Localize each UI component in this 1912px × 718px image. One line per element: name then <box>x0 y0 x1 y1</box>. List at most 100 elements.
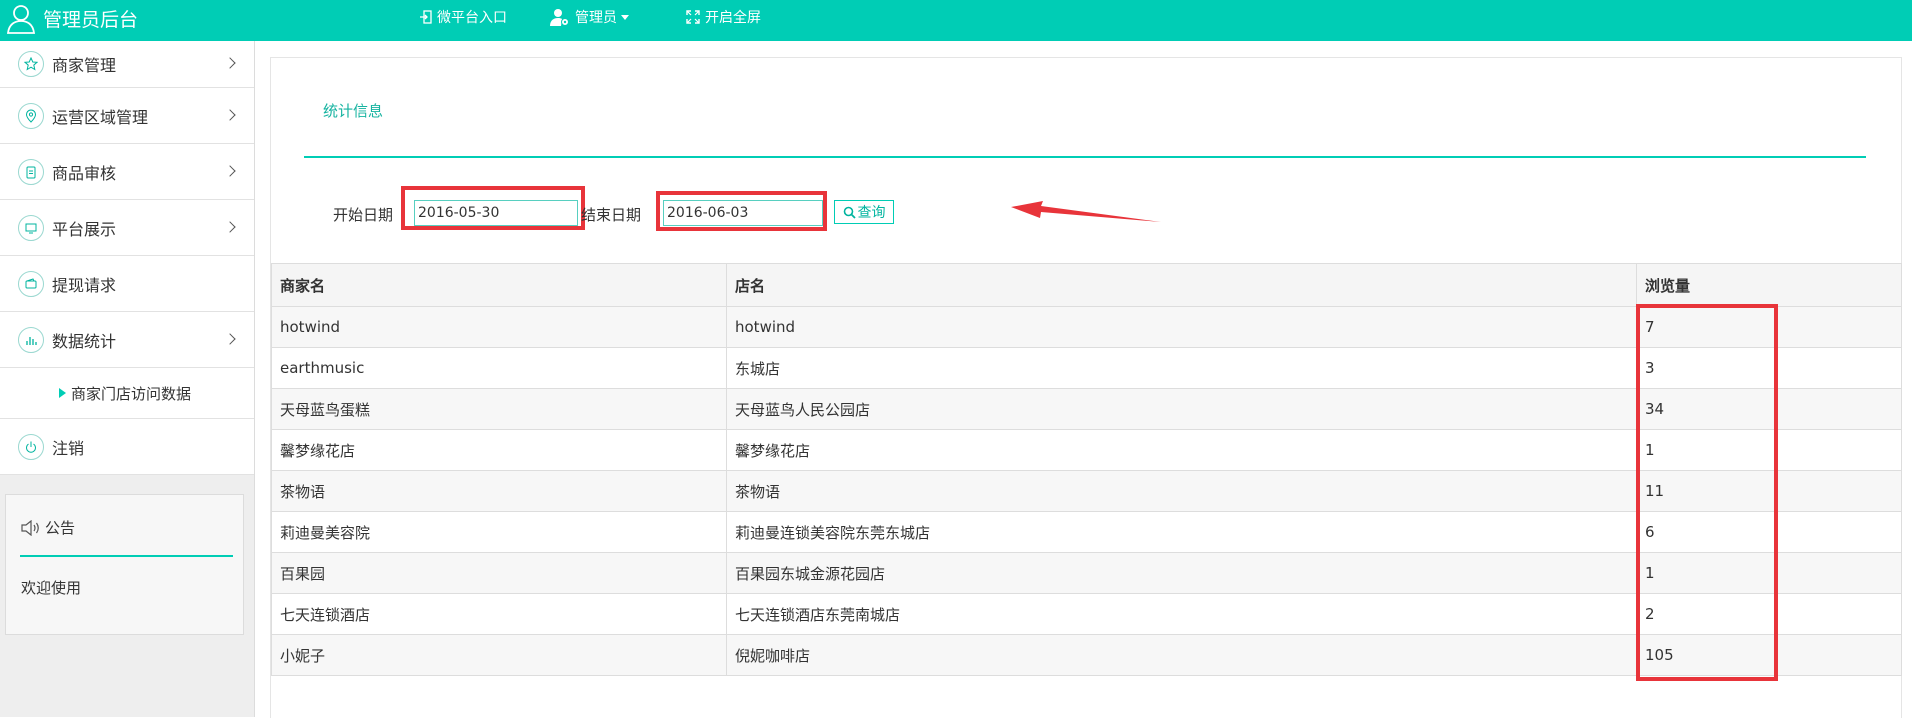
notice-body: 欢迎使用 <box>21 579 82 597</box>
main-panel: 统计信息 开始日期 结束日期 查询 商家名 店名 浏览量 <box>270 57 1902 718</box>
merchant-name-cell: 莉迪曼美容院 <box>271 511 727 553</box>
sidebar: 商家管理 运营区域管理 商品审核 平台展示 提现请求 数据统计 商家门店访问数据… <box>0 41 255 717</box>
notice-header: 公告 <box>21 517 75 538</box>
wallet-icon <box>18 270 44 297</box>
end-date-label: 结束日期 <box>581 206 642 224</box>
clipboard-icon <box>18 158 44 185</box>
expand-icon <box>686 10 700 24</box>
sidebar-item-label: 注销 <box>52 438 85 458</box>
table-row: 七天连锁酒店 七天连锁酒店东莞南城店 2 <box>271 593 1902 635</box>
col-view-count[interactable]: 浏览量 <box>1636 263 1902 307</box>
view-count-cell: 1 <box>1636 429 1902 471</box>
merchant-name-cell: 小妮子 <box>271 634 727 676</box>
merchant-name-cell: 天母蓝鸟蛋糕 <box>271 388 727 430</box>
table-header-row: 商家名 店名 浏览量 <box>271 263 1902 307</box>
view-count-cell: 105 <box>1636 634 1902 676</box>
chevron-right-icon <box>224 332 236 345</box>
annotation-arrow <box>1011 201 1161 222</box>
store-name-cell: hotwind <box>726 306 1637 348</box>
store-name-cell: 东城店 <box>726 347 1637 389</box>
col-merchant-name[interactable]: 商家名 <box>271 263 727 307</box>
sidebar-item-label: 商家管理 <box>52 56 117 75</box>
view-count-cell: 1 <box>1636 552 1902 594</box>
store-name-cell: 莉迪曼连锁美容院东莞东城店 <box>726 511 1637 553</box>
query-button[interactable]: 查询 <box>834 200 894 224</box>
merchant-name-cell: 七天连锁酒店 <box>271 593 727 635</box>
table-row: 小妮子 倪妮咖啡店 105 <box>271 634 1902 676</box>
chevron-right-icon <box>224 164 236 177</box>
enter-icon <box>420 10 432 24</box>
merchant-name-cell: 茶物语 <box>271 470 727 512</box>
weixin-platform-link[interactable]: 微平台入口 <box>420 6 507 28</box>
brand: 管理员后台 <box>5 0 138 36</box>
sidebar-item-label: 平台展示 <box>52 219 117 239</box>
start-date-label: 开始日期 <box>333 206 394 224</box>
merchant-name-cell: hotwind <box>271 306 727 348</box>
sidebar-item-region[interactable]: 运营区域管理 <box>0 88 254 144</box>
table-row: earthmusic 东城店 3 <box>271 347 1902 389</box>
table-row: 馨梦缘花店 馨梦缘花店 1 <box>271 429 1902 471</box>
view-count-cell: 7 <box>1636 306 1902 348</box>
table-row: hotwind hotwind 7 <box>271 306 1902 348</box>
display-icon <box>18 214 44 241</box>
merchant-name-cell: earthmusic <box>271 347 727 389</box>
sidebar-item-product-review[interactable]: 商品审核 <box>0 144 254 200</box>
admin-label: 管理员 <box>575 10 617 26</box>
location-icon <box>18 102 44 129</box>
power-icon <box>18 433 44 460</box>
sidebar-item-platform-display[interactable]: 平台展示 <box>0 200 254 256</box>
speaker-icon <box>21 519 39 536</box>
view-count-cell: 34 <box>1636 388 1902 430</box>
sidebar-subitem-label: 商家门店访问数据 <box>71 384 192 403</box>
admin-menu[interactable]: 管理员 <box>550 6 629 28</box>
chevron-right-icon <box>224 220 236 233</box>
view-count-cell: 11 <box>1636 470 1902 512</box>
sidebar-item-label: 数据统计 <box>52 331 117 351</box>
notice-divider <box>20 555 233 557</box>
chevron-right-icon <box>224 108 236 121</box>
end-date-input[interactable] <box>663 200 823 226</box>
view-count-cell: 2 <box>1636 593 1902 635</box>
store-name-cell: 百果园东城金源花园店 <box>726 552 1637 594</box>
sidebar-menu: 商家管理 运营区域管理 商品审核 平台展示 提现请求 数据统计 商家门店访问数据… <box>0 41 254 475</box>
merchant-name-cell: 馨梦缘花店 <box>271 429 727 471</box>
app-title: 管理员后台 <box>43 8 139 31</box>
view-count-cell: 3 <box>1636 347 1902 389</box>
sidebar-item-logout[interactable]: 注销 <box>0 419 254 475</box>
notice-panel: 公告 欢迎使用 <box>5 494 244 635</box>
weixin-platform-label: 微平台入口 <box>437 10 507 26</box>
fullscreen-label: 开启全屏 <box>705 10 761 26</box>
fullscreen-button[interactable]: 开启全屏 <box>686 6 761 28</box>
store-name-cell: 茶物语 <box>726 470 1637 512</box>
table-row: 天母蓝鸟蛋糕 天母蓝鸟人民公园店 34 <box>271 388 1902 430</box>
store-name-cell: 倪妮咖啡店 <box>726 634 1637 676</box>
store-visits-table: 商家名 店名 浏览量 hotwind hotwind 7 earthmusic … <box>271 263 1902 676</box>
table-row: 百果园 百果园东城金源花园店 1 <box>271 552 1902 594</box>
bar-chart-icon <box>18 326 44 353</box>
col-store-name[interactable]: 店名 <box>726 263 1637 307</box>
title-divider <box>304 156 1866 158</box>
view-count-cell: 6 <box>1636 511 1902 553</box>
sidebar-item-withdraw[interactable]: 提现请求 <box>0 256 254 312</box>
sidebar-item-merchant[interactable]: 商家管理 <box>0 41 254 88</box>
sidebar-subitem-store-visits[interactable]: 商家门店访问数据 <box>0 368 254 419</box>
sidebar-item-statistics[interactable]: 数据统计 <box>0 312 254 368</box>
query-button-label: 查询 <box>857 205 886 221</box>
table-row: 茶物语 茶物语 11 <box>271 470 1902 512</box>
admin-gear-icon <box>550 9 569 26</box>
caret-right-icon <box>59 388 66 398</box>
store-name-cell: 天母蓝鸟人民公园店 <box>726 388 1637 430</box>
star-icon <box>18 51 44 77</box>
user-icon <box>6 5 36 34</box>
sidebar-item-label: 运营区域管理 <box>52 107 149 127</box>
page-title: 统计信息 <box>323 102 384 120</box>
chevron-down-icon <box>621 14 629 20</box>
start-date-input[interactable] <box>414 200 578 226</box>
search-icon <box>843 206 856 219</box>
notice-title: 公告 <box>45 519 76 537</box>
sidebar-item-label: 提现请求 <box>52 275 117 295</box>
sidebar-item-label: 商品审核 <box>52 163 117 183</box>
chevron-right-icon <box>224 57 236 69</box>
table-row: 莉迪曼美容院 莉迪曼连锁美容院东莞东城店 6 <box>271 511 1902 553</box>
top-bar: 管理员后台 微平台入口 管理员 开启全屏 <box>0 0 1912 41</box>
